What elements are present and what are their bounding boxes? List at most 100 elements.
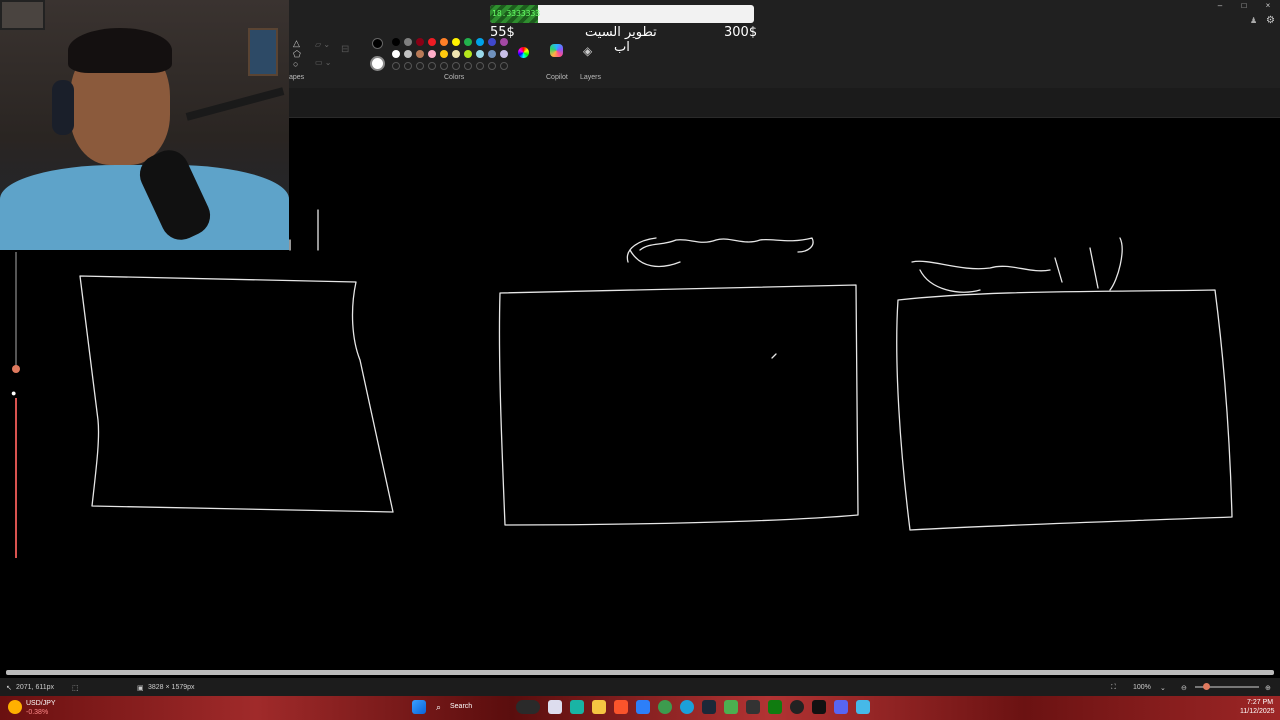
taskbar-time[interactable]: 7:27 PM <box>1247 699 1273 706</box>
webcam-overlay <box>0 0 289 250</box>
copilot-label: Copilot <box>546 74 568 81</box>
taskbar-search[interactable]: Search <box>450 703 472 710</box>
horizontal-scrollbar[interactable] <box>6 670 1274 675</box>
color-swatch[interactable] <box>488 38 496 46</box>
color-swatch[interactable] <box>500 50 508 58</box>
goal-progress-percent: 18.3333333 <box>492 9 541 18</box>
xbox-icon[interactable] <box>768 700 782 714</box>
color-swatch[interactable] <box>452 50 460 58</box>
stroke-dot <box>771 353 777 359</box>
color-swatch[interactable] <box>440 38 448 46</box>
canvas-size-icon: ▣ <box>137 685 144 692</box>
color-swatch[interactable] <box>476 38 484 46</box>
task-view-icon[interactable] <box>548 700 562 714</box>
start-windows-icon[interactable] <box>412 700 426 714</box>
close-button[interactable]: × <box>1258 0 1278 12</box>
color-swatch[interactable] <box>488 50 496 58</box>
color-swatch[interactable] <box>428 50 436 58</box>
custom-color-slot[interactable] <box>464 62 472 70</box>
fill-dropdown-icon[interactable]: ▭ ⌄ <box>315 58 331 67</box>
custom-color-slot[interactable] <box>452 62 460 70</box>
outline-dropdown-icon[interactable]: ▱ ⌄ <box>315 40 330 49</box>
share-icon[interactable]: ♟ <box>1250 16 1257 25</box>
drawn-box-left <box>79 275 394 513</box>
goal-target-amount: 300$ <box>724 25 758 40</box>
color-swatch[interactable] <box>404 38 412 46</box>
color-swatch[interactable] <box>392 50 400 58</box>
terminal-icon[interactable] <box>746 700 760 714</box>
fit-screen-icon[interactable]: ⛶ <box>1111 684 1116 692</box>
custom-color-slot[interactable] <box>500 62 508 70</box>
custom-color-slot[interactable] <box>440 62 448 70</box>
color-swatch[interactable] <box>464 38 472 46</box>
webcam-headphones <box>52 80 74 135</box>
primary-color[interactable] <box>372 38 383 49</box>
taskbar-date[interactable]: 11/12/2025 <box>1240 708 1275 715</box>
minimize-button[interactable]: – <box>1210 0 1230 12</box>
zoom-level[interactable]: 100% <box>1133 684 1151 691</box>
shape-extra-icon[interactable]: ⊟ <box>341 44 349 55</box>
color-swatch[interactable] <box>500 38 508 46</box>
color-swatch[interactable] <box>416 50 424 58</box>
cursor-icon: ↖ <box>6 685 12 692</box>
speech-shape-icon[interactable]: ○ <box>293 59 298 69</box>
color-swatch[interactable] <box>452 38 460 46</box>
windows-taskbar: USD/JPY -0.38% ⌕ Search 7:27 PM 11/12/20… <box>0 696 1280 720</box>
color-swatch[interactable] <box>416 38 424 46</box>
webcam-background-frame <box>248 28 278 76</box>
brave-icon[interactable] <box>614 700 628 714</box>
custom-color-slot[interactable] <box>416 62 424 70</box>
brush-size-thumb[interactable] <box>12 365 20 373</box>
goal-progress-bar: 18.3333333 <box>490 5 754 23</box>
brush-size-slider[interactable] <box>15 252 17 370</box>
discord-icon[interactable] <box>834 700 848 714</box>
browser-icon[interactable] <box>680 700 694 714</box>
app-badge-icon[interactable] <box>516 700 540 714</box>
steam-icon[interactable] <box>702 700 716 714</box>
layers-icon[interactable]: ◈ <box>583 44 592 58</box>
color-swatch[interactable] <box>392 38 400 46</box>
minecraft-icon[interactable] <box>724 700 738 714</box>
edge-icon[interactable] <box>570 700 584 714</box>
zoom-slider-thumb[interactable] <box>1203 683 1210 690</box>
color-wheel-icon[interactable] <box>518 47 529 58</box>
opacity-slider[interactable] <box>15 398 17 558</box>
zoom-dropdown-icon[interactable]: ⌄ <box>1160 684 1166 692</box>
copilot-icon[interactable] <box>550 44 563 57</box>
custom-color-slot[interactable] <box>488 62 496 70</box>
obs-icon[interactable] <box>790 700 804 714</box>
zoom-out-icon[interactable]: ⊖ <box>1181 684 1187 692</box>
ticker-flag-icon <box>8 700 22 714</box>
chrome-icon[interactable] <box>658 700 672 714</box>
handwriting-labis <box>911 237 1123 293</box>
color-swatch[interactable] <box>476 50 484 58</box>
secondary-color[interactable] <box>370 56 385 71</box>
colors-group-label: Colors <box>444 74 465 81</box>
webcam-background-frame-small <box>0 0 45 30</box>
triangle-shape-icon[interactable]: △ <box>293 38 300 49</box>
search-icon: ⌕ <box>436 702 442 712</box>
custom-color-slot[interactable] <box>404 62 412 70</box>
maximize-button[interactable]: □ <box>1234 0 1254 12</box>
settings-gear-icon[interactable]: ⚙ <box>1266 15 1275 26</box>
paint-app-window: △ ⬠ ○ ▱ ⌄ ▭ ⌄ ⊟ apes Colors Copilot ◈ La… <box>0 0 1280 720</box>
ticker-value: -0.38% <box>26 709 49 716</box>
file-explorer-icon[interactable] <box>592 700 606 714</box>
custom-color-slot[interactable] <box>392 62 400 70</box>
color-swatch[interactable] <box>440 50 448 58</box>
canvas-size: 3828 × 1579px <box>148 684 195 691</box>
webcam-mic-arm <box>185 87 285 121</box>
photos-icon[interactable] <box>636 700 650 714</box>
custom-color-slot[interactable] <box>428 62 436 70</box>
ticker-name[interactable]: USD/JPY <box>26 700 56 707</box>
custom-color-slot[interactable] <box>476 62 484 70</box>
color-swatch[interactable] <box>404 50 412 58</box>
paint-icon[interactable] <box>856 700 870 714</box>
color-swatch[interactable] <box>428 38 436 46</box>
tiktok-icon[interactable] <box>812 700 826 714</box>
color-swatch[interactable] <box>464 50 472 58</box>
shapes-group-label: apes <box>289 74 305 81</box>
zoom-in-icon[interactable]: ⊕ <box>1265 684 1271 692</box>
goal-title-line1: تطوير السيت <box>585 25 657 40</box>
drawn-box-middle <box>498 284 859 526</box>
